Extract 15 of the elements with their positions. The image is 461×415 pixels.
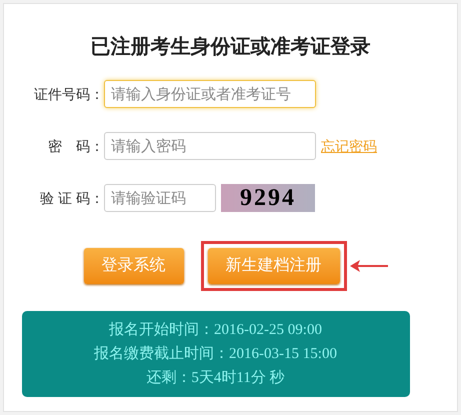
info-text: 报名缴费截止时间：2016-03-15 15:00 <box>94 344 337 364</box>
arrow-icon <box>350 260 388 272</box>
field-label: 证件号码： <box>33 84 104 104</box>
forgot-password-link[interactable]: 忘记密码 <box>321 136 377 156</box>
field-label: 验 证 码： <box>39 188 104 208</box>
login-title: 已注册考生身份证或准考证登录 <box>90 34 370 60</box>
info-text: 还剩：5天4时11分 秒 <box>146 368 285 388</box>
info-text: 报名开始时间：2016-02-25 09:00 <box>109 320 322 340</box>
register-button[interactable]: 新生建档注册 <box>208 248 340 284</box>
captcha-image[interactable]: 9294 <box>221 184 315 212</box>
input-field[interactable]: 请输验证码 <box>104 184 216 212</box>
field-label: 密 码： <box>47 136 104 156</box>
login-button[interactable]: 登录系统 <box>84 248 184 284</box>
input-field[interactable]: 请输入身份证或者准考证号 <box>104 80 316 108</box>
input-field[interactable]: 请输入密码 <box>104 132 316 160</box>
